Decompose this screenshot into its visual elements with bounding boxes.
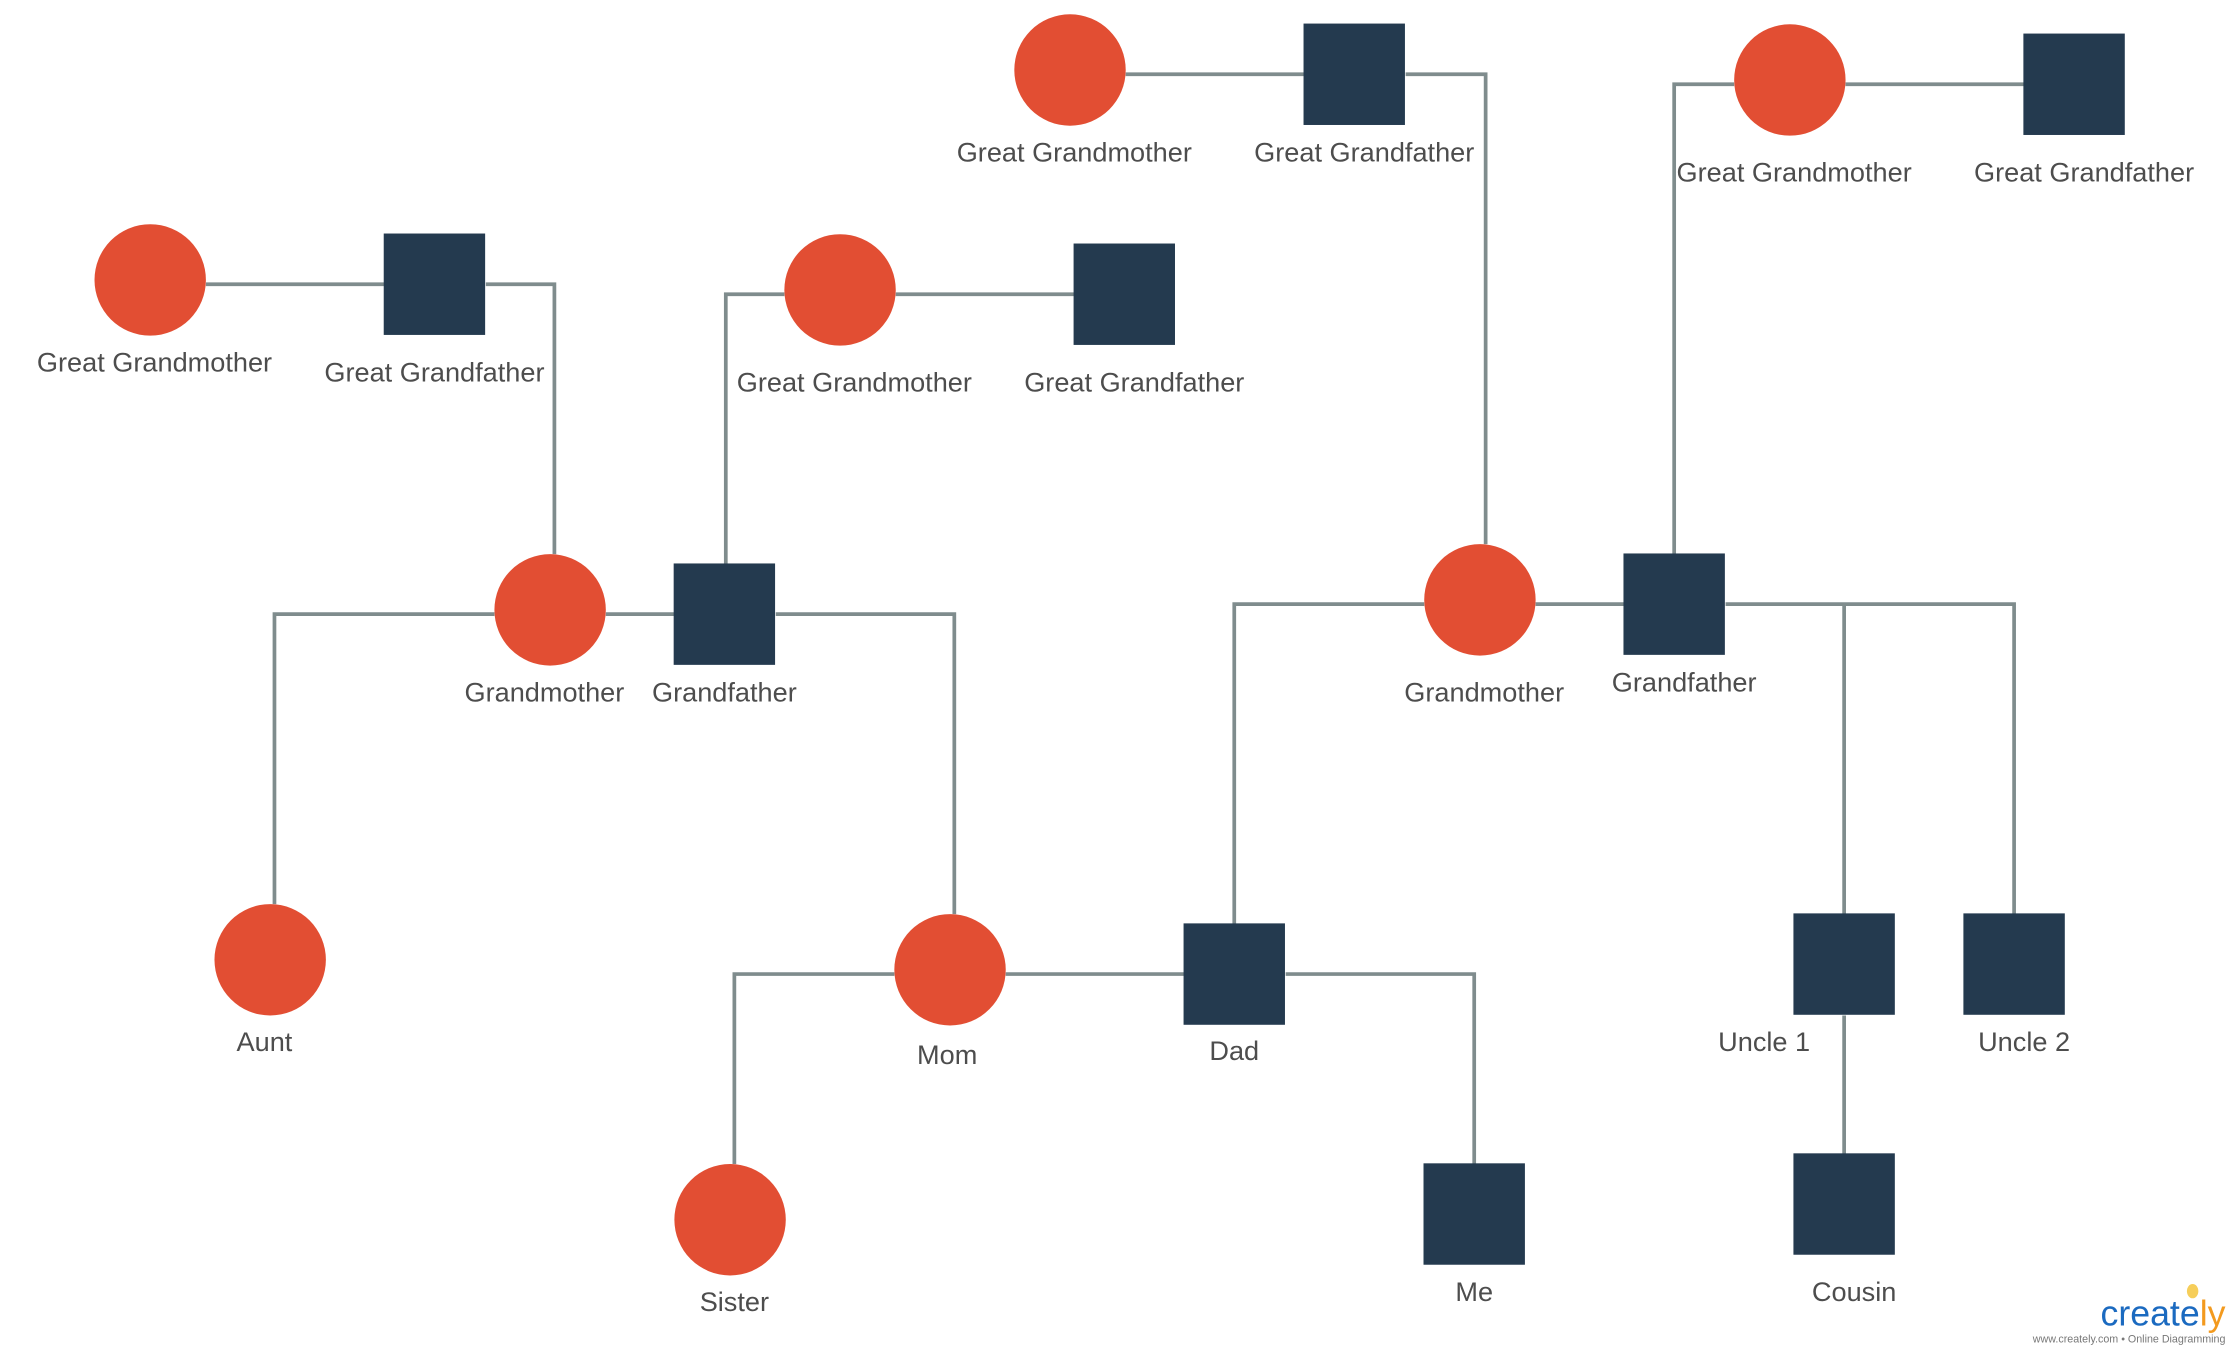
female-circle[interactable] <box>894 914 1006 1026</box>
member-label: Me <box>1455 1276 1493 1307</box>
member-label: Great Grandfather <box>1254 136 1474 167</box>
member-gf2[interactable]: Grandfather <box>1612 553 1757 697</box>
connector-line <box>1725 602 2016 915</box>
member-label: Great Grandfather <box>324 356 544 387</box>
female-circle[interactable] <box>214 904 326 1016</box>
family-members: Great Grandmother Great Grandfather Great … <box>37 14 2194 1317</box>
member-ggf1[interactable]: Great Grandfather <box>324 233 545 388</box>
member-ggm3[interactable]: Great Grandmother <box>957 14 1192 167</box>
female-circle[interactable] <box>1424 544 1536 656</box>
member-ggm1[interactable]: Great Grandmother <box>37 224 272 377</box>
male-square[interactable] <box>673 563 776 665</box>
connector-line <box>723 292 785 565</box>
member-uncle1[interactable]: Uncle 1 <box>1718 913 1895 1057</box>
member-gm1[interactable]: Grandmother <box>465 554 625 707</box>
member-aunt[interactable]: Aunt <box>214 904 326 1057</box>
member-label: Great Grandmother <box>1677 156 1912 187</box>
member-label: Aunt <box>237 1026 293 1057</box>
member-label: Sister <box>700 1286 769 1317</box>
male-square[interactable] <box>1963 913 2065 1015</box>
logo-tagline: www.creately.com • Online Diagramming <box>2032 1334 2226 1346</box>
member-label: Grandmother <box>465 676 625 707</box>
member-label: Cousin <box>1812 1276 1896 1307</box>
member-label: Dad <box>1209 1035 1259 1066</box>
member-ggm2[interactable]: Great Grandmother <box>737 234 972 397</box>
male-square[interactable] <box>1073 243 1175 345</box>
connector-line <box>1232 602 1425 925</box>
family-tree-diagram: Great Grandmother Great Grandfather Great … <box>37 14 2226 1346</box>
member-dad[interactable]: Dad <box>1183 923 1285 1066</box>
male-square[interactable] <box>1423 1163 1525 1265</box>
connector-line <box>485 282 557 555</box>
member-label: Uncle 2 <box>1978 1026 2070 1057</box>
connector-line <box>775 612 957 915</box>
creately-logo: creately www.creately.com • Online Diagr… <box>2032 1284 2226 1346</box>
member-cousin[interactable]: Cousin <box>1793 1153 1896 1307</box>
member-label: Great Grandfather <box>1024 366 1244 397</box>
member-ggf3[interactable]: Great Grandfather <box>1254 23 1474 168</box>
male-square[interactable] <box>1623 553 1725 655</box>
connector-line <box>1285 972 1477 1165</box>
member-gm2[interactable]: Grandmother <box>1404 544 1564 707</box>
member-label: Uncle 1 <box>1718 1026 1810 1057</box>
member-label: Mom <box>917 1039 977 1070</box>
member-sister[interactable]: Sister <box>674 1164 786 1317</box>
member-label: Great Grandfather <box>1974 156 2194 187</box>
member-label: Great Grandmother <box>957 136 1192 167</box>
member-label: Great Grandmother <box>737 366 972 397</box>
male-square[interactable] <box>383 233 486 335</box>
member-uncle2[interactable]: Uncle 2 <box>1963 913 2070 1057</box>
male-square[interactable] <box>2023 33 2125 135</box>
member-gf1[interactable]: Grandfather <box>652 563 797 707</box>
male-square[interactable] <box>1793 1153 1895 1255</box>
member-ggf2[interactable]: Great Grandfather <box>1024 243 1244 398</box>
member-label: Grandfather <box>652 676 797 707</box>
member-mom[interactable]: Mom <box>894 914 1006 1070</box>
female-circle[interactable] <box>494 554 606 666</box>
logo-text: creately <box>2101 1293 2226 1333</box>
member-label: Grandmother <box>1404 676 1564 707</box>
member-ggf4[interactable]: Great Grandfather <box>1974 33 2194 188</box>
male-square[interactable] <box>1303 23 1405 125</box>
member-ggm4[interactable]: Great Grandmother <box>1677 24 1912 187</box>
connector-line <box>1672 82 1735 555</box>
connector-line <box>272 612 495 905</box>
member-label: Great Grandmother <box>37 346 272 377</box>
male-square[interactable] <box>1793 913 1895 1015</box>
female-circle[interactable] <box>1734 24 1846 136</box>
female-circle[interactable] <box>94 224 206 336</box>
female-circle[interactable] <box>784 234 896 346</box>
member-me[interactable]: Me <box>1423 1163 1525 1307</box>
member-label: Grandfather <box>1612 666 1757 697</box>
female-circle[interactable] <box>1014 14 1126 126</box>
connector-line <box>732 972 895 1165</box>
male-square[interactable] <box>1183 923 1285 1025</box>
female-circle[interactable] <box>674 1164 786 1276</box>
